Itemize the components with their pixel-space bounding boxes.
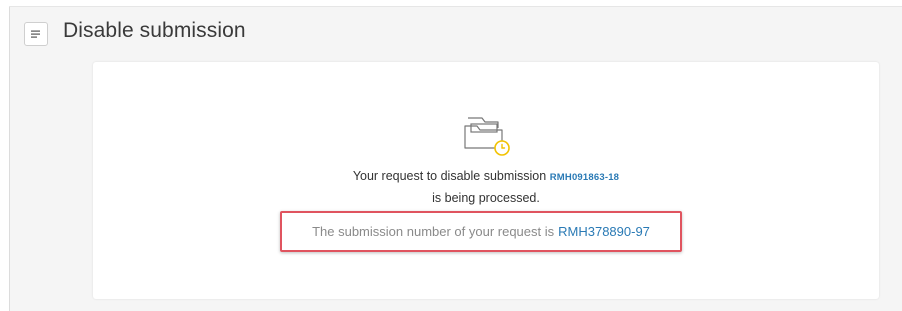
request-number-text: The submission number of your request is (312, 224, 555, 239)
request-number-highlight: The submission number of your request is… (280, 211, 682, 252)
confirmation-card: Your request to disable submission RMH09… (93, 62, 879, 299)
page-header: Disable submission (10, 7, 902, 57)
processing-status-text: is being processed. (432, 191, 540, 205)
disabled-submission-link[interactable]: RMH091863-18 (550, 172, 619, 183)
request-submission-link[interactable]: RMH378890-97 (558, 224, 650, 239)
request-status-line: Your request to disable submission RMH09… (93, 169, 879, 183)
menu-toggle-button[interactable] (24, 22, 48, 46)
folder-clock-icon (464, 117, 510, 156)
menu-icon (31, 30, 40, 38)
request-status-text: Your request to disable submission (352, 169, 547, 183)
page-title: Disable submission (63, 19, 246, 42)
